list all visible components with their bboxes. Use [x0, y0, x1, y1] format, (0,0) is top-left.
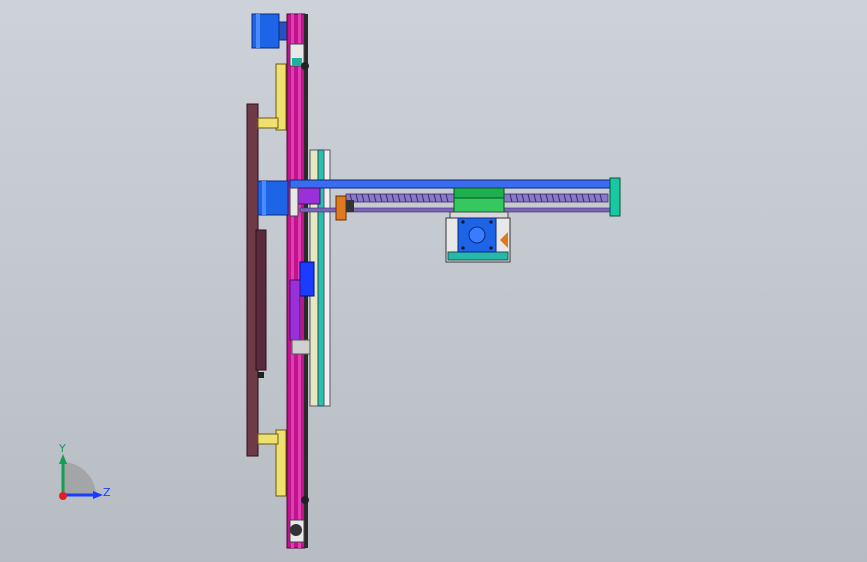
y-axis-label: Y [59, 442, 66, 455]
bottom-yellow-bracket [257, 429, 287, 497]
middle-motor [257, 180, 289, 216]
hanging-motor-assembly [445, 217, 511, 263]
assembly-model[interactable] [0, 0, 867, 562]
beam-endcap [609, 177, 621, 217]
z-axis-label: Z [103, 486, 111, 499]
cad-viewport[interactable]: Y Z [0, 0, 867, 562]
carriage [449, 187, 509, 221]
axis-triad: Y Z [48, 440, 118, 510]
left-mounting-plate [246, 103, 267, 457]
top-yellow-bracket [257, 63, 287, 131]
